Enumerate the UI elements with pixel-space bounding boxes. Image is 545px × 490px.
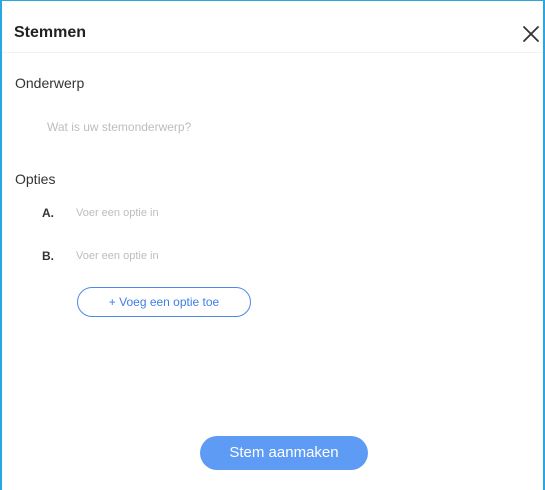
dialog-header: Stemmen xyxy=(2,1,543,53)
close-icon[interactable] xyxy=(521,24,541,44)
create-vote-button[interactable]: Stem aanmaken xyxy=(200,436,368,470)
subject-input[interactable] xyxy=(47,115,517,139)
option-input-a[interactable] xyxy=(76,201,496,225)
options-label: Opties xyxy=(15,171,56,187)
option-letter-a: A. xyxy=(42,206,54,220)
option-row-a: A. xyxy=(42,201,512,225)
option-row-b: B. xyxy=(42,244,512,268)
dialog-title: Stemmen xyxy=(14,24,87,41)
subject-label: Onderwerp xyxy=(15,75,85,91)
option-letter-b: B. xyxy=(42,249,54,263)
close-icon-glyph xyxy=(523,26,539,42)
vote-dialog: Stemmen Onderwerp Opties A. B. + Voeg ee… xyxy=(0,0,545,490)
option-input-b[interactable] xyxy=(76,244,496,268)
add-option-button[interactable]: + Voeg een optie toe xyxy=(77,287,251,317)
